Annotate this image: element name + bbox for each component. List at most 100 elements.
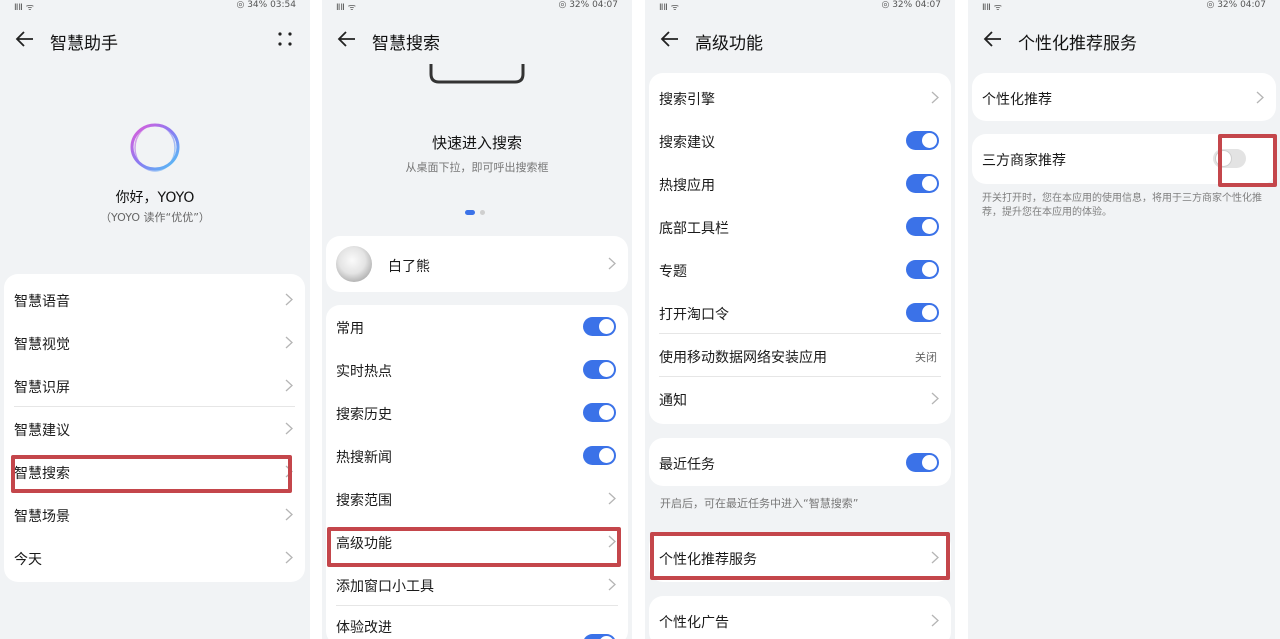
list-item-recent-task[interactable]: 最近任务 xyxy=(649,438,951,486)
phone-illustration-icon xyxy=(429,64,525,84)
hot-news-toggle[interactable] xyxy=(583,446,616,465)
more-dots-icon[interactable] xyxy=(276,30,294,48)
list-item-mobile-data-install[interactable]: 使用移动数据网络安装应用 关闭 xyxy=(649,334,951,377)
list-item-search-history[interactable]: 搜索历史 xyxy=(326,391,628,434)
chevron-right-icon xyxy=(285,551,293,564)
dot-inactive xyxy=(480,210,485,215)
toggle-knob xyxy=(599,362,614,377)
toggle-knob xyxy=(922,305,937,320)
toggle-knob xyxy=(599,405,614,420)
list-item-personal-ads[interactable]: 个性化广告 xyxy=(649,596,951,639)
item-label: 个性化推荐 xyxy=(982,92,1052,108)
topics-toggle[interactable] xyxy=(906,260,939,279)
item-label: 搜索范围 xyxy=(336,493,392,509)
item-label: 打开淘口令 xyxy=(659,307,729,323)
list-item-smart-screen[interactable]: 智慧识屏 xyxy=(4,364,305,407)
search-history-toggle[interactable] xyxy=(583,403,616,422)
yoyo-orb-icon xyxy=(130,123,180,172)
item-label: 今天 xyxy=(14,552,42,568)
taobao-code-toggle[interactable] xyxy=(906,303,939,322)
list-item-smart-suggestion[interactable]: 智慧建议 xyxy=(4,407,305,450)
state-value: 关闭 xyxy=(915,351,937,364)
account-name: 白了熊 xyxy=(388,259,430,275)
account-card[interactable]: 白了熊 xyxy=(326,236,628,292)
dot-active xyxy=(465,210,475,215)
personal-rec-card[interactable]: 个性化推荐 xyxy=(972,73,1276,121)
list-item-search-scope[interactable]: 搜索范围 xyxy=(326,477,628,520)
page-title: 智慧助手 xyxy=(50,34,118,54)
chevron-right-icon xyxy=(931,392,939,405)
carousel-dots[interactable] xyxy=(465,210,491,216)
item-label: 通知 xyxy=(659,393,687,409)
bottom-toolbar-toggle[interactable] xyxy=(906,217,939,236)
item-label: 体验改进 xyxy=(336,620,392,636)
chevron-right-icon xyxy=(931,91,939,104)
status-bar: ⅡⅡ ᯤ ◎ 32% 04:07 xyxy=(968,0,1280,13)
list-item-common[interactable]: 常用 xyxy=(326,305,628,348)
list-item-personal-rec[interactable]: 个性化推荐 xyxy=(972,73,1276,121)
status-left: ⅡⅡ ᯤ xyxy=(982,3,1002,13)
list-item-today[interactable]: 今天 xyxy=(4,536,305,579)
toggle-knob xyxy=(599,448,614,463)
avatar xyxy=(336,246,372,282)
list-item-bottom-toolbar[interactable]: 底部工具栏 xyxy=(649,205,951,248)
promo-title: 快速进入搜索 xyxy=(431,134,522,152)
back-arrow-icon[interactable] xyxy=(982,28,1004,50)
title-bar: 智慧搜索 xyxy=(322,26,632,56)
toggle-knob xyxy=(922,262,937,277)
item-label: 最近任务 xyxy=(659,457,715,473)
list-item-live-hot[interactable]: 实时热点 xyxy=(326,348,628,391)
list-item-hot-news[interactable]: 热搜新闻 xyxy=(326,434,628,477)
recent-task-toggle[interactable] xyxy=(906,453,939,472)
title-bar: 个性化推荐服务 xyxy=(968,26,1280,56)
list-item-add-widget[interactable]: 添加窗口小工具 xyxy=(326,563,628,606)
list-item-smart-scene[interactable]: 智慧场景 xyxy=(4,493,305,536)
experience-toggle[interactable] xyxy=(583,634,616,639)
list-item-search-suggestion[interactable]: 搜索建议 xyxy=(649,119,951,162)
list-item-experience[interactable]: 体验改进 xyxy=(326,606,628,639)
third-party-note: 开关打开时，您在本应用的使用信息，将用于三方商家个性化推荐，提升您在本应用的体验… xyxy=(982,193,1262,218)
status-right: ◎ 34% 03:54 xyxy=(236,0,296,10)
highlight-box xyxy=(11,455,292,493)
list-item-notifications[interactable]: 通知 xyxy=(649,377,951,420)
toggle-knob xyxy=(922,455,937,470)
back-arrow-icon[interactable] xyxy=(659,28,681,50)
pronunciation-note: （YOYO 读作“优优”） xyxy=(100,211,210,224)
hot-apps-toggle[interactable] xyxy=(906,174,939,193)
status-right: ◎ 32% 04:07 xyxy=(881,0,941,10)
common-toggle[interactable] xyxy=(583,317,616,336)
item-label: 专题 xyxy=(659,264,687,280)
status-bar: ⅡⅡ ᯤ ◎ 34% 03:54 xyxy=(0,0,310,13)
panel-smart-search: ⅡⅡ ᯤ ◎ 32% 04:07 智慧搜索 快速进入搜索 从桌面下拉，即可呼出搜… xyxy=(322,0,632,639)
item-label: 智慧识屏 xyxy=(14,380,70,396)
status-right: ◎ 32% 04:07 xyxy=(1206,0,1266,10)
list-item-hot-apps[interactable]: 热搜应用 xyxy=(649,162,951,205)
live-hot-toggle[interactable] xyxy=(583,360,616,379)
title-bar: 智慧助手 xyxy=(0,26,310,56)
chevron-right-icon xyxy=(285,293,293,306)
status-left: ⅡⅡ ᯤ xyxy=(14,3,34,13)
panel-advanced-features: ⅡⅡ ᯤ ◎ 32% 04:07 高级功能 搜索引擎 搜索建议 热搜应用 底部工… xyxy=(645,0,955,639)
chevron-right-icon xyxy=(285,379,293,392)
back-arrow-icon[interactable] xyxy=(14,28,36,50)
toggle-knob xyxy=(922,133,937,148)
promo-subtitle: 从桌面下拉，即可呼出搜索框 xyxy=(405,161,549,174)
item-label: 底部工具栏 xyxy=(659,221,729,237)
list-item-smart-vision[interactable]: 智慧视觉 xyxy=(4,321,305,364)
list-item-taobao-code[interactable]: 打开淘口令 xyxy=(649,291,951,334)
list-item-search-engine[interactable]: 搜索引擎 xyxy=(649,76,951,119)
personal-ads-card[interactable]: 个性化广告 xyxy=(649,596,951,639)
list-item-topics[interactable]: 专题 xyxy=(649,248,951,291)
status-left: ⅡⅡ ᯤ xyxy=(659,3,679,13)
recent-task-note: 开启后，可在最近任务中进入“智慧搜索” xyxy=(660,497,859,510)
recent-task-card[interactable]: 最近任务 xyxy=(649,438,951,486)
chevron-right-icon xyxy=(608,492,616,505)
back-arrow-icon[interactable] xyxy=(336,28,358,50)
chevron-right-icon xyxy=(608,257,616,270)
list-item-smart-voice[interactable]: 智慧语音 xyxy=(4,278,305,321)
chevron-right-icon xyxy=(285,508,293,521)
highlight-box xyxy=(650,532,950,580)
search-suggestion-toggle[interactable] xyxy=(906,131,939,150)
page-title: 个性化推荐服务 xyxy=(1018,34,1137,54)
item-label: 热搜应用 xyxy=(659,178,715,194)
